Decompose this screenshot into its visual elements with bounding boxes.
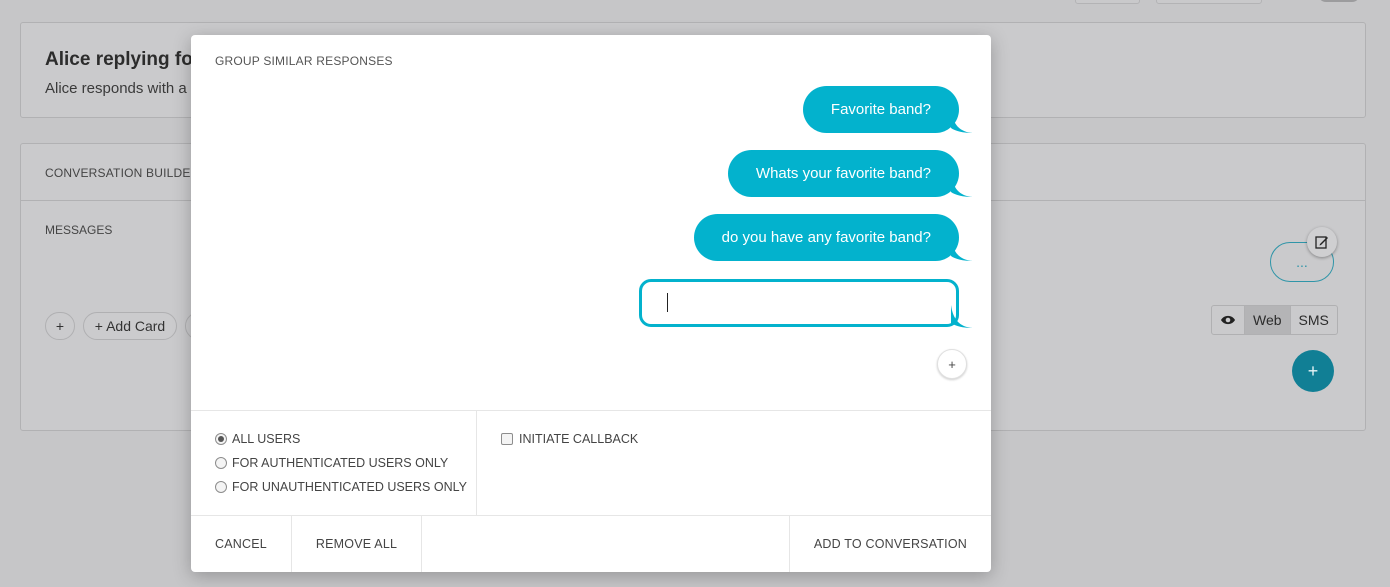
initiate-callback-label: INITIATE CALLBACK bbox=[519, 432, 639, 446]
add-card-button: + Add Card bbox=[83, 312, 177, 340]
builder-title: CONVERSATION BUILDER bbox=[45, 166, 200, 180]
cancel-button[interactable]: CANCEL bbox=[191, 516, 292, 572]
response-bubble[interactable]: Whats your favorite band? bbox=[727, 150, 959, 197]
radio-label: FOR AUTHENTICATED USERS ONLY bbox=[232, 456, 449, 470]
radio-all-users[interactable]: ALL USERS bbox=[215, 432, 300, 446]
top-toggle bbox=[1318, 0, 1360, 2]
radio-button[interactable] bbox=[215, 433, 227, 445]
preview-eye-button bbox=[1212, 306, 1245, 334]
bubble-tail bbox=[951, 305, 973, 328]
intent-title: Alice replying fo bbox=[45, 49, 193, 70]
remove-all-button[interactable]: REMOVE ALL bbox=[292, 516, 423, 572]
response-bubble[interactable]: Favorite band? bbox=[802, 86, 959, 133]
radio-label: ALL USERS bbox=[232, 432, 301, 446]
add-plus-button: + bbox=[45, 312, 75, 340]
footer-spacer bbox=[422, 516, 790, 572]
add-message-fab: + bbox=[1292, 350, 1334, 392]
radio-button[interactable] bbox=[215, 457, 227, 469]
add-to-conversation-button[interactable]: ADD TO CONVERSATION bbox=[790, 516, 991, 572]
bubble-tail bbox=[951, 238, 973, 261]
initiate-callback-option[interactable]: INITIATE CALLBACK bbox=[501, 432, 638, 446]
response-options: ALL USERS FOR AUTHENTICATED USERS ONLY F… bbox=[191, 410, 991, 516]
radio-label: FOR UNAUTHENTICATED USERS ONLY bbox=[232, 480, 467, 494]
preview-mode-toggle: Web SMS bbox=[1211, 305, 1338, 335]
bubble-tail bbox=[951, 174, 973, 197]
add-response-button[interactable]: + bbox=[937, 349, 967, 379]
modal-footer: CANCEL REMOVE ALL ADD TO CONVERSATION bbox=[191, 516, 991, 572]
response-bubble[interactable]: do you have any favorite band? bbox=[693, 214, 959, 261]
bubble-tail bbox=[951, 110, 973, 133]
eye-icon bbox=[1221, 315, 1235, 325]
initiate-callback-checkbox[interactable] bbox=[501, 433, 513, 445]
group-responses-modal: GROUP SIMILAR RESPONSES Favorite band? W… bbox=[191, 35, 991, 572]
edit-button bbox=[1307, 227, 1337, 257]
radio-authenticated-users[interactable]: FOR AUTHENTICATED USERS ONLY bbox=[215, 456, 448, 470]
options-divider bbox=[476, 411, 477, 515]
messages-label: MESSAGES bbox=[45, 223, 113, 237]
top-button-1 bbox=[1075, 0, 1140, 4]
new-response-input[interactable] bbox=[639, 279, 959, 327]
sms-view-button: SMS bbox=[1298, 312, 1329, 328]
edit-icon bbox=[1315, 236, 1328, 249]
intent-subtitle: Alice responds with a bbox=[45, 80, 187, 97]
radio-button[interactable] bbox=[215, 481, 227, 493]
text-caret bbox=[667, 293, 668, 312]
radio-unauthenticated-users[interactable]: FOR UNAUTHENTICATED USERS ONLY bbox=[215, 480, 467, 494]
top-button-2 bbox=[1156, 0, 1262, 4]
modal-title: GROUP SIMILAR RESPONSES bbox=[215, 54, 393, 68]
web-view-button: Web bbox=[1245, 306, 1291, 334]
